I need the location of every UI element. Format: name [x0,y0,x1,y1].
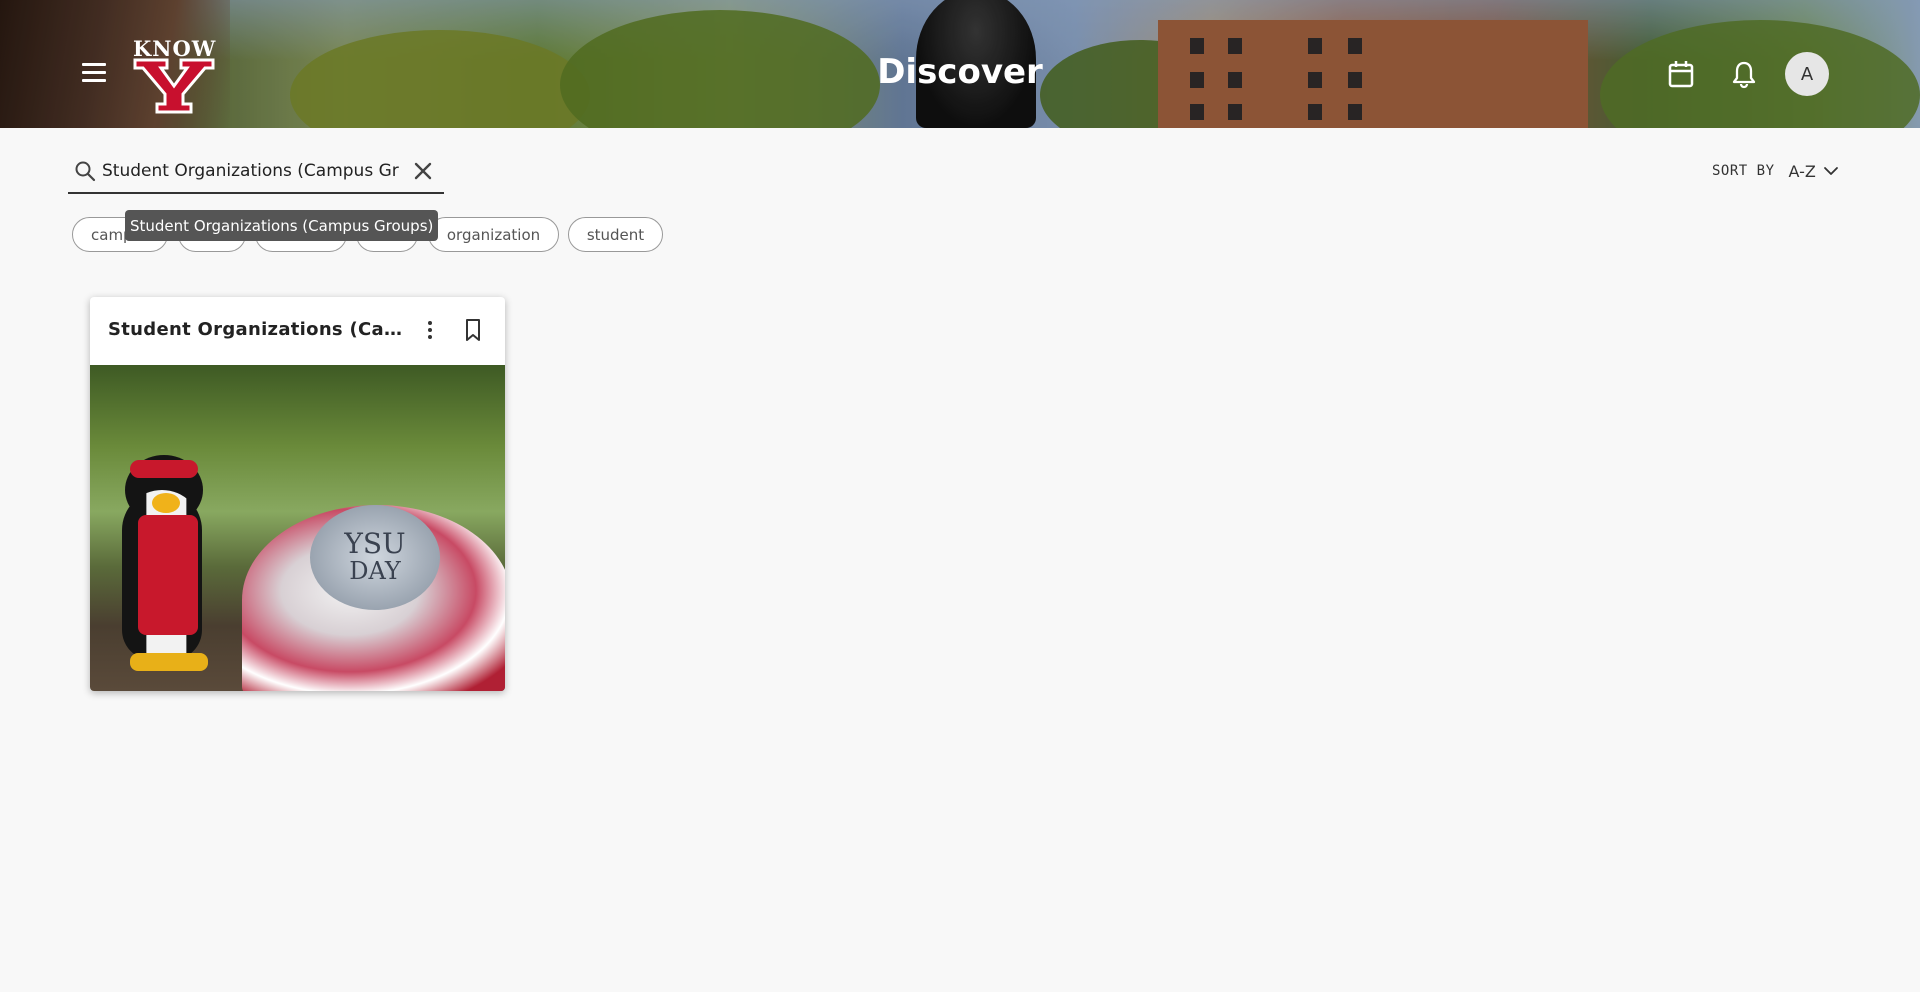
search-icon [75,161,96,182]
card-image[interactable]: YSU DAY [90,365,505,691]
bell-icon[interactable] [1728,58,1760,90]
mascot-feet [130,653,208,671]
page-title: Discover [877,52,1043,92]
search-tooltip: Student Organizations (Campus Groups) [125,210,439,241]
card-title[interactable]: Student Organizations (Campus Groups) [108,319,403,340]
rock-text-day: DAY [349,557,401,585]
result-card[interactable]: Student Organizations (Campus Groups) YS… [90,297,505,691]
mascot-beak [152,493,180,513]
rock-text-ysu: YSU [344,527,406,560]
sort-control[interactable]: SORT BY A-Z [1712,158,1840,184]
filter-chip-student[interactable]: student [568,217,663,252]
mascot-scarf [138,515,198,635]
chevron-down-icon[interactable] [1822,162,1840,180]
more-vertical-icon[interactable] [420,317,440,343]
filter-chip-organization[interactable]: organization [428,217,559,252]
search-field[interactable] [68,152,444,194]
close-icon[interactable] [410,158,436,184]
sort-label: SORT BY [1712,163,1775,179]
page-header: KNOW Discover A [0,0,1920,128]
bookmark-icon[interactable] [462,317,484,343]
avatar[interactable]: A [1785,52,1829,96]
calendar-icon[interactable] [1665,58,1697,90]
search-input[interactable] [102,156,402,186]
mascot-hat [130,460,198,478]
rock-seal: YSU DAY [310,505,440,610]
sort-select[interactable]: A-Z [1789,162,1816,181]
